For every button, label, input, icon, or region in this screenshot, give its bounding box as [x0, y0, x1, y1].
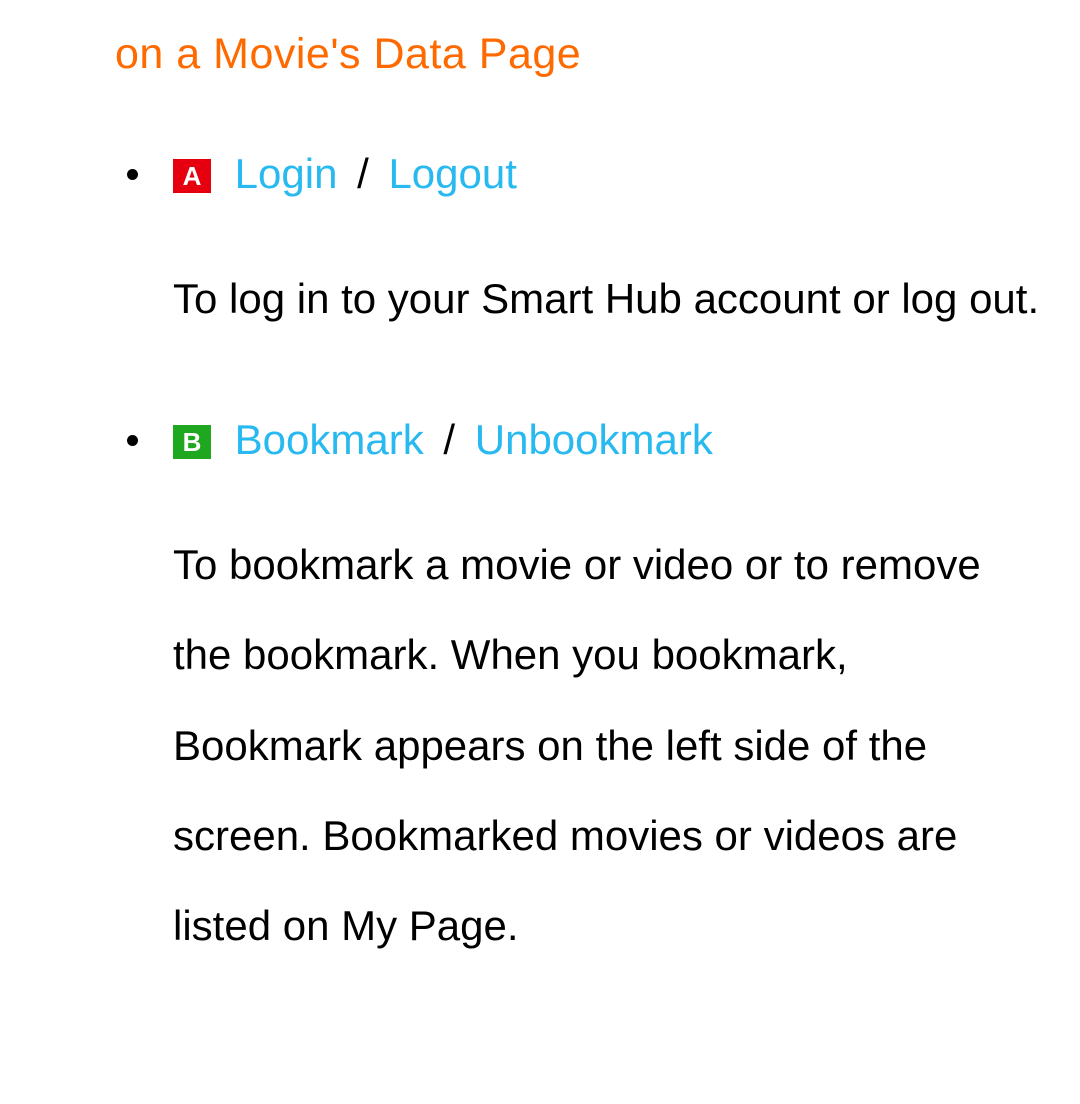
- item-list: A Login / Logout To log in to your Smart…: [115, 149, 1040, 972]
- logout-action: Logout: [388, 150, 516, 197]
- list-item: B Bookmark / Unbookmark To bookmark a mo…: [115, 415, 1040, 972]
- item-heading: A Login / Logout: [173, 149, 1040, 199]
- item-heading: B Bookmark / Unbookmark: [173, 415, 1040, 465]
- separator: /: [443, 416, 455, 463]
- list-item: A Login / Logout To log in to your Smart…: [115, 149, 1040, 345]
- item-description: To bookmark a movie or video or to remov…: [173, 520, 1040, 971]
- b-button-icon: B: [173, 425, 211, 459]
- bookmark-action: Bookmark: [235, 416, 424, 463]
- section-title: on a Movie's Data Page: [115, 30, 1040, 79]
- unbookmark-action: Unbookmark: [475, 416, 713, 463]
- login-action: Login: [235, 150, 338, 197]
- item-description: To log in to your Smart Hub account or l…: [173, 254, 1040, 344]
- page-content: on a Movie's Data Page A Login / Logout …: [0, 0, 1080, 1102]
- separator: /: [357, 150, 369, 197]
- a-button-icon: A: [173, 159, 211, 193]
